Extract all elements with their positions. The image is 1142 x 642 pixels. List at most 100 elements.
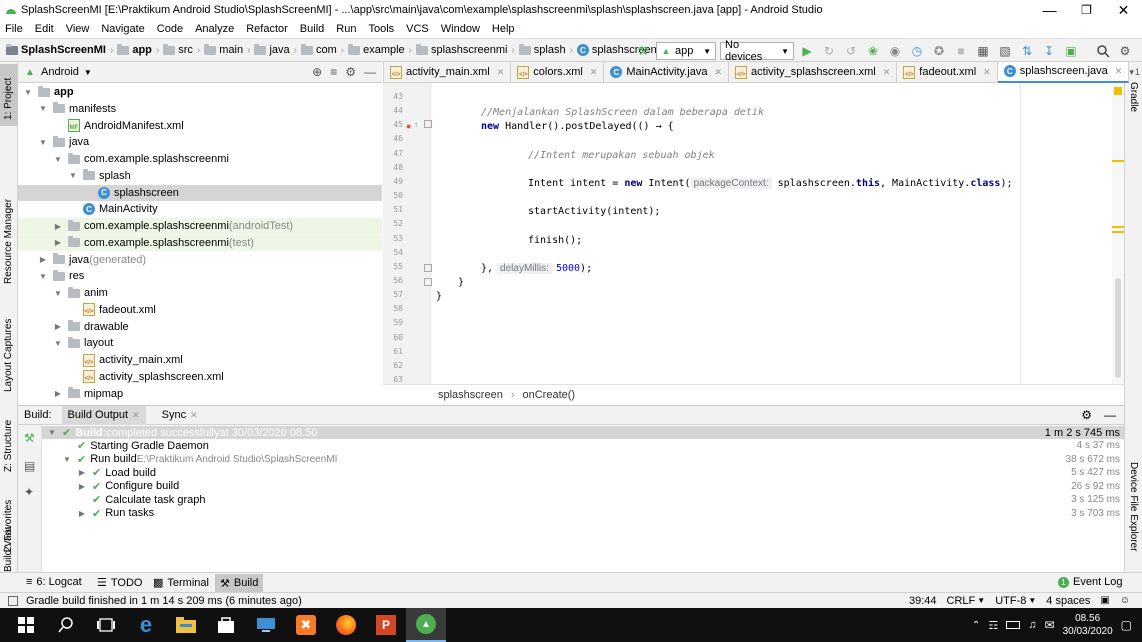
taskbar-date[interactable]: 30/03/2020 [1063, 625, 1113, 638]
tree-item[interactable]: ▼ anim [18, 285, 382, 301]
tree-item[interactable]: </> activity_main.xml [18, 352, 382, 368]
logcat-tool-tab[interactable]: ≡ 6: Logcat [26, 576, 82, 588]
tree-item[interactable]: ▼ res [18, 268, 382, 284]
tree-item[interactable]: C MainActivity [18, 201, 382, 217]
close-icon[interactable]: ✕ [190, 410, 198, 421]
sdk-manager-icon[interactable]: ↧ [1040, 42, 1058, 60]
breadcrumb-item[interactable]: example [348, 43, 405, 56]
code-editor[interactable]: //Menjalankan SplashScreen dalam beberap… [432, 83, 1112, 384]
close-icon[interactable]: ✕ [1115, 66, 1123, 77]
chevron-down-icon[interactable]: ▼ [52, 289, 64, 298]
battery-icon[interactable] [1006, 621, 1021, 629]
fold-marker-icon[interactable] [424, 264, 432, 272]
editor-tab[interactable]: </> colors.xml ✕ [511, 62, 605, 82]
tree-item[interactable]: ▼ java [18, 134, 382, 150]
lock-icon[interactable]: ▣ [1100, 595, 1109, 606]
powerpoint-icon[interactable]: P [366, 610, 406, 640]
tree-item[interactable]: ▶ drawable [18, 319, 382, 335]
menu-vcs[interactable]: VCS [406, 23, 429, 35]
project-structure-icon[interactable]: ▦ [974, 42, 992, 60]
gear-icon[interactable]: ⚙ [1081, 408, 1092, 422]
menu-analyze[interactable]: Analyze [195, 23, 234, 35]
chevron-down-icon[interactable]: ▼ [67, 171, 79, 180]
menu-code[interactable]: Code [157, 23, 183, 35]
warning-marker[interactable] [1112, 226, 1124, 228]
chevron-down-icon[interactable]: ▼ [37, 104, 49, 113]
device-select[interactable]: No devices ▼ [720, 39, 794, 63]
chevron-right-icon[interactable]: ▶ [52, 222, 64, 231]
collapse-all-icon[interactable]: ≡ [330, 65, 337, 79]
windows-start-icon[interactable] [6, 610, 46, 640]
editor-scrollbar-thumb[interactable] [1115, 278, 1121, 378]
chevron-right-icon[interactable]: ▶ [37, 255, 49, 264]
run-icon[interactable]: ▶ [798, 42, 816, 60]
layout-inspector-icon[interactable]: ▣ [1062, 42, 1080, 60]
project-view-mode[interactable]: Android [41, 66, 79, 78]
stop-icon[interactable]: ■ [952, 42, 970, 60]
build-task-row[interactable]: ✔ Calculate task graph 3 s 125 ms [42, 493, 1124, 507]
fold-marker-icon[interactable] [424, 278, 432, 286]
minimize-button[interactable]: — [1031, 2, 1068, 18]
tree-item[interactable]: ▶ java (generated) [18, 252, 382, 268]
editor-tab[interactable]: </> activity_splashscreen.xml ✕ [729, 62, 898, 82]
close-icon[interactable]: ✕ [132, 410, 140, 421]
menu-edit[interactable]: Edit [35, 23, 54, 35]
hide-icon[interactable]: — [364, 65, 376, 79]
build-task-row[interactable]: ✔ Starting Gradle Daemon 4 s 37 ms [42, 439, 1124, 453]
build-task-row[interactable]: ▶ ✔ Run tasks 3 s 703 ms [42, 507, 1124, 520]
edge-icon[interactable]: e [126, 610, 166, 640]
tab-sync[interactable]: Sync ✕ [156, 406, 204, 425]
breadcrumb-item[interactable]: splashscreenmi [416, 43, 507, 56]
terminal-tool-tab[interactable]: ▩ Terminal [153, 576, 209, 590]
project-tool-tab[interactable]: 1: Project [3, 70, 14, 120]
breadcrumb-item[interactable]: main [204, 43, 243, 56]
event-log-tool-tab[interactable]: 1 Event Log [1058, 576, 1123, 588]
build-task-row[interactable]: ▼ ✔ Run build E:\Praktikum Android Studio\… [42, 453, 1124, 466]
file-explorer-icon[interactable] [166, 610, 206, 640]
menu-tools[interactable]: Tools [368, 23, 394, 35]
build-tool-tab[interactable]: ⚒ Build [215, 574, 264, 592]
warning-marker[interactable] [1112, 160, 1124, 162]
tree-item[interactable]: ▶ com.example.splashscreenmi (androidTest… [18, 218, 382, 234]
toggle-view-icon[interactable]: ▤ [24, 459, 35, 473]
task-view-icon[interactable] [86, 610, 126, 640]
breadcrumb-item[interactable]: java [254, 43, 290, 56]
editor-breadcrumb-item[interactable]: splashscreen [438, 389, 503, 401]
tree-item[interactable]: ▶ com.example.splashscreenmi (test) [18, 234, 382, 251]
search-icon[interactable] [46, 610, 86, 640]
close-icon[interactable]: ✕ [883, 67, 891, 78]
sync-gradle-icon[interactable]: ⇅ [1018, 42, 1036, 60]
hide-icon[interactable]: — [1104, 408, 1116, 422]
settings-icon[interactable]: ⚙ [1116, 42, 1134, 60]
menu-help[interactable]: Help [492, 23, 515, 35]
device-file-explorer-tool-tab[interactable]: Device File Explorer [1128, 462, 1139, 551]
chevron-right-icon[interactable]: ▶ [52, 389, 64, 398]
store-icon[interactable] [206, 610, 246, 640]
file-encoding[interactable]: UTF-8 [995, 595, 1026, 607]
tree-item[interactable]: </> activity_splashscreen.xml [18, 369, 382, 385]
gear-icon[interactable]: ⚙ [345, 65, 356, 79]
editor-tab[interactable]: C MainActivity.java ✕ [604, 62, 730, 82]
action-center-icon[interactable]: ▢ [1121, 618, 1132, 632]
chevron-down-icon[interactable]: ▼ [22, 88, 34, 97]
avd-manager-icon[interactable]: ▧ [996, 42, 1014, 60]
warning-marker[interactable] [1112, 231, 1124, 233]
build-summary-row[interactable]: ▼ ✔ Build: completed successfully at 30/… [42, 426, 1124, 439]
chevron-right-icon[interactable]: ▶ [76, 509, 88, 518]
attach-debugger-icon[interactable]: ✪ [930, 42, 948, 60]
firefox-icon[interactable] [326, 610, 366, 640]
todo-tool-tab[interactable]: ☰ TODO [97, 576, 142, 590]
breadcrumb-item[interactable]: src [163, 43, 193, 56]
tree-item[interactable]: ▼ layout [18, 335, 382, 351]
editor-tab[interactable]: Csplashscreen.java ✕ [997, 61, 1130, 83]
status-toggle-icon[interactable] [8, 595, 18, 606]
tree-item[interactable]: Csplashscreen [18, 184, 382, 201]
restore-button[interactable]: ❐ [1068, 3, 1105, 17]
breadcrumb-item[interactable]: splash [518, 43, 566, 56]
notification-icon[interactable]: ✉ [1045, 618, 1055, 632]
menu-build[interactable]: Build [300, 23, 324, 35]
close-icon[interactable]: ✕ [714, 67, 722, 78]
breadcrumb-item[interactable]: app [117, 43, 152, 56]
search-icon[interactable] [1094, 42, 1112, 60]
tree-item[interactable]: ▼ manifests [18, 101, 382, 117]
